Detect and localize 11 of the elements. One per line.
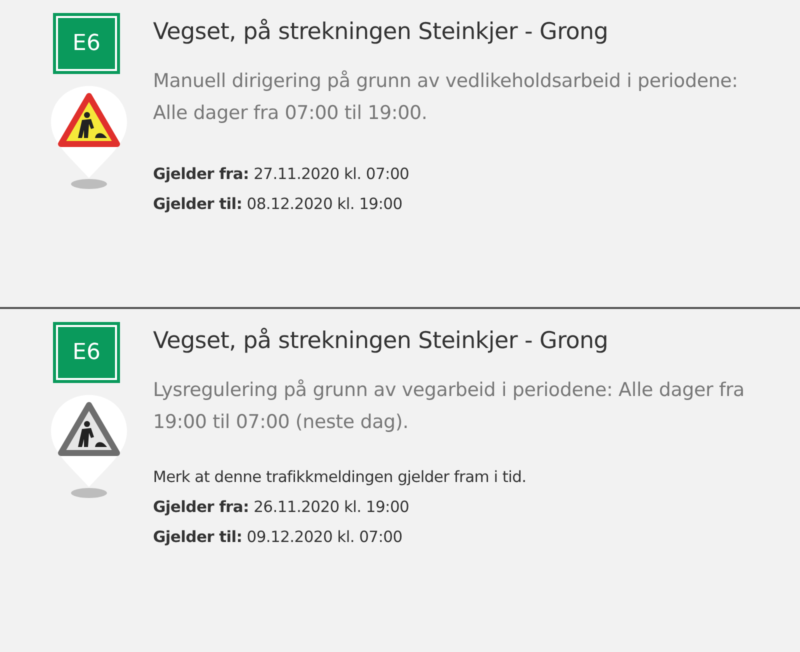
message-title: Vegset, på strekningen Steinkjer - Grong [153, 328, 610, 354]
message-description: Manuell dirigering på grunn av vedlikeholdsarbeid i periodene: Alle dager fra 07:00 til 19:00. [153, 69, 739, 126]
message-description: Lysregulering på grunn av vegarbeid i periodene: Alle dager fra 19:00 til 07:00 (neste dag). [153, 378, 746, 435]
validity-text: Merk at denne trafikkmeldingen gjelder fram i tid. [153, 467, 528, 488]
road-sign: E6 [53, 13, 120, 74]
message-title: Vegset, på strekningen Steinkjer - Grong [153, 19, 610, 45]
road-sign: E6 [53, 322, 120, 383]
validity-text: Gjelder fra: 27.11.2020 kl. 07:00 [153, 164, 410, 185]
validity-text: Gjelder fra: 26.11.2020 kl. 19:00 [153, 497, 410, 518]
validity-text: Gjelder til: 09.12.2020 kl. 07:00 [153, 527, 404, 548]
validity-text: Gjelder til: 08.12.2020 kl. 19:00 [153, 194, 404, 215]
